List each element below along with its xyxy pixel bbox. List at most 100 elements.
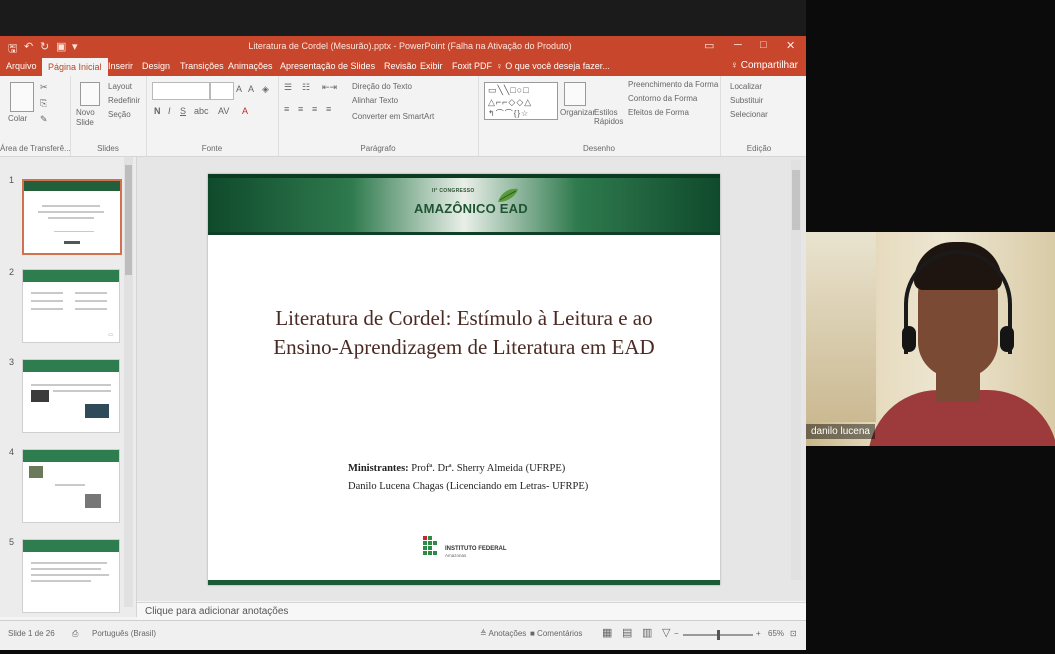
scrollbar-thumb[interactable] bbox=[792, 170, 800, 230]
tab-design[interactable]: Design bbox=[142, 61, 170, 71]
spellcheck-icon[interactable]: ⎙ bbox=[72, 629, 78, 639]
strikethrough-button[interactable]: abc bbox=[194, 106, 209, 116]
underline-button[interactable]: S bbox=[180, 106, 186, 116]
shape-effects-button[interactable]: Efeitos de Forma bbox=[628, 108, 689, 117]
align-left-icon[interactable]: ≡ bbox=[284, 104, 289, 114]
format-painter-icon[interactable]: ✎ bbox=[40, 114, 48, 125]
replace-button[interactable]: Substituir bbox=[730, 96, 763, 105]
close-button[interactable]: ✕ bbox=[786, 39, 795, 52]
notes-pane[interactable]: Clique para adicionar anotações bbox=[137, 602, 806, 621]
undo-icon[interactable]: ↶ bbox=[24, 40, 33, 53]
smartart-button[interactable]: Converter em SmartArt bbox=[352, 112, 434, 121]
shrink-font-icon[interactable]: A bbox=[248, 84, 254, 94]
new-slide-icon[interactable] bbox=[80, 82, 100, 106]
find-button[interactable]: Localizar bbox=[730, 82, 762, 91]
cut-icon[interactable]: ✂ bbox=[40, 82, 48, 93]
canvas-scrollbar[interactable] bbox=[791, 160, 801, 580]
tab-transicoes[interactable]: Transições bbox=[180, 61, 224, 71]
notes-placeholder[interactable]: Clique para adicionar anotações bbox=[145, 606, 288, 617]
normal-view-icon[interactable]: ▦ bbox=[602, 626, 612, 639]
thumb-line bbox=[31, 300, 63, 302]
customize-qat-icon[interactable]: ▾ bbox=[72, 40, 78, 53]
slide-thumbnail[interactable] bbox=[22, 449, 120, 523]
shapes-gallery[interactable]: ▭╲╲□○□ △⌐⌐◇◇△ ↰⌒⌒{}☆ bbox=[484, 82, 558, 120]
slide-thumbnail[interactable] bbox=[22, 359, 120, 433]
thumb-line bbox=[55, 484, 85, 486]
slide-number: 2 bbox=[9, 267, 15, 277]
logo-square bbox=[423, 546, 427, 550]
tab-revisao[interactable]: Revisão bbox=[384, 61, 417, 71]
minimize-button[interactable]: ─ bbox=[734, 39, 742, 51]
italic-button[interactable]: I bbox=[168, 106, 171, 116]
align-center-icon[interactable]: ≡ bbox=[298, 104, 303, 114]
tab-inserir[interactable]: Inserir bbox=[108, 61, 133, 71]
presenters-block[interactable]: Ministrantes: Profª. Drª. Sherry Almeida… bbox=[348, 460, 708, 496]
new-slide-label[interactable]: Novo Slide bbox=[76, 108, 112, 128]
tab-animacoes[interactable]: Animações bbox=[228, 61, 273, 71]
arrange-button[interactable]: Organizar bbox=[560, 108, 595, 117]
slide-count: Slide 1 de 26 bbox=[8, 629, 55, 638]
tab-arquivo[interactable]: Arquivo bbox=[6, 61, 37, 71]
slide-title[interactable]: Literatura de Cordel: Estímulo à Leitura… bbox=[268, 304, 660, 362]
thumbnail-scrollbar[interactable] bbox=[124, 157, 133, 607]
indent-icon[interactable]: ⇤⇥ bbox=[322, 82, 337, 93]
section-button[interactable]: Seção bbox=[108, 110, 131, 119]
text-direction-button[interactable]: Direção do Texto bbox=[352, 82, 412, 91]
start-slideshow-icon[interactable]: ▣ bbox=[56, 40, 66, 53]
reading-view-icon[interactable]: ▥ bbox=[642, 626, 652, 639]
numbering-icon[interactable]: ☷ bbox=[302, 82, 310, 93]
save-icon[interactable]: 🖫 bbox=[8, 40, 17, 59]
select-button[interactable]: Selecionar bbox=[730, 110, 768, 119]
slide-thumbnail[interactable] bbox=[22, 179, 122, 255]
language-indicator[interactable]: Português (Brasil) bbox=[92, 629, 156, 638]
font-name-input[interactable] bbox=[152, 82, 210, 100]
ribbon-display-options-icon[interactable]: ▭ bbox=[704, 39, 714, 52]
align-text-button[interactable]: Alinhar Texto bbox=[352, 96, 398, 105]
layout-button[interactable]: Layout bbox=[108, 82, 132, 91]
align-right-icon[interactable]: ≡ bbox=[312, 104, 317, 114]
logo-square bbox=[423, 551, 427, 555]
clear-format-icon[interactable]: ◈ bbox=[262, 84, 269, 95]
zoom-level[interactable]: 65% bbox=[768, 629, 784, 638]
share-button[interactable]: ♀ Compartilhar bbox=[730, 60, 798, 71]
zoom-slider-handle[interactable] bbox=[717, 630, 720, 640]
arrange-icon[interactable] bbox=[564, 82, 586, 106]
reset-button[interactable]: Redefinir bbox=[108, 96, 140, 105]
redo-icon[interactable]: ↻ bbox=[40, 40, 49, 53]
tell-me-search[interactable]: ♀ O que você deseja fazer... bbox=[496, 61, 610, 71]
tab-apresentacao[interactable]: Apresentação de Slides bbox=[280, 61, 375, 71]
scrollbar-thumb[interactable] bbox=[125, 165, 132, 275]
slide-sorter-icon[interactable]: ▤ bbox=[622, 626, 632, 639]
grow-font-icon[interactable]: A bbox=[236, 84, 242, 94]
bold-button[interactable]: N bbox=[154, 106, 161, 116]
char-spacing-button[interactable]: AV bbox=[218, 106, 229, 116]
font-size-input[interactable] bbox=[210, 82, 234, 100]
copy-icon[interactable]: ⎘ bbox=[40, 98, 47, 109]
slide-thumbnail[interactable]: ▭ bbox=[22, 269, 120, 343]
current-slide[interactable]: II° CONGRESSO AMAZÔNICO EAD Literatura d… bbox=[208, 174, 720, 585]
quick-styles-button[interactable]: Estilos Rápidos bbox=[594, 108, 623, 126]
zoom-slider[interactable] bbox=[683, 630, 753, 640]
font-color-button[interactable]: A bbox=[242, 106, 248, 116]
tab-pagina-inicial[interactable]: Página Inicial bbox=[42, 58, 108, 76]
shape-outline-button[interactable]: Contorno da Forma bbox=[628, 94, 697, 103]
thumb-header bbox=[23, 450, 119, 462]
tab-exibir[interactable]: Exibir bbox=[420, 61, 443, 71]
comments-button[interactable]: ■ Comentários bbox=[530, 629, 582, 638]
shape-fill-button[interactable]: Preenchimento da Forma bbox=[628, 80, 718, 89]
tab-foxit-pdf[interactable]: Foxit PDF bbox=[452, 61, 492, 71]
justify-icon[interactable]: ≡ bbox=[326, 104, 331, 114]
headset-earcup-right bbox=[1000, 326, 1014, 352]
fit-to-window-icon[interactable]: ⊡ bbox=[790, 629, 797, 638]
paste-icon[interactable] bbox=[10, 82, 34, 112]
zoom-in-icon[interactable]: + bbox=[756, 629, 761, 638]
zoom-out-icon[interactable]: − bbox=[674, 629, 679, 638]
notes-button[interactable]: ≜ Anotações bbox=[480, 629, 526, 638]
thumb-header bbox=[23, 540, 119, 552]
slide-number: 1 bbox=[9, 175, 15, 185]
restore-button[interactable]: □ bbox=[760, 39, 767, 51]
slide-thumbnail[interactable] bbox=[22, 539, 120, 613]
bullets-icon[interactable]: ☰ bbox=[284, 82, 292, 93]
logo-square bbox=[433, 551, 437, 555]
slideshow-icon[interactable]: ▽ bbox=[662, 626, 670, 639]
